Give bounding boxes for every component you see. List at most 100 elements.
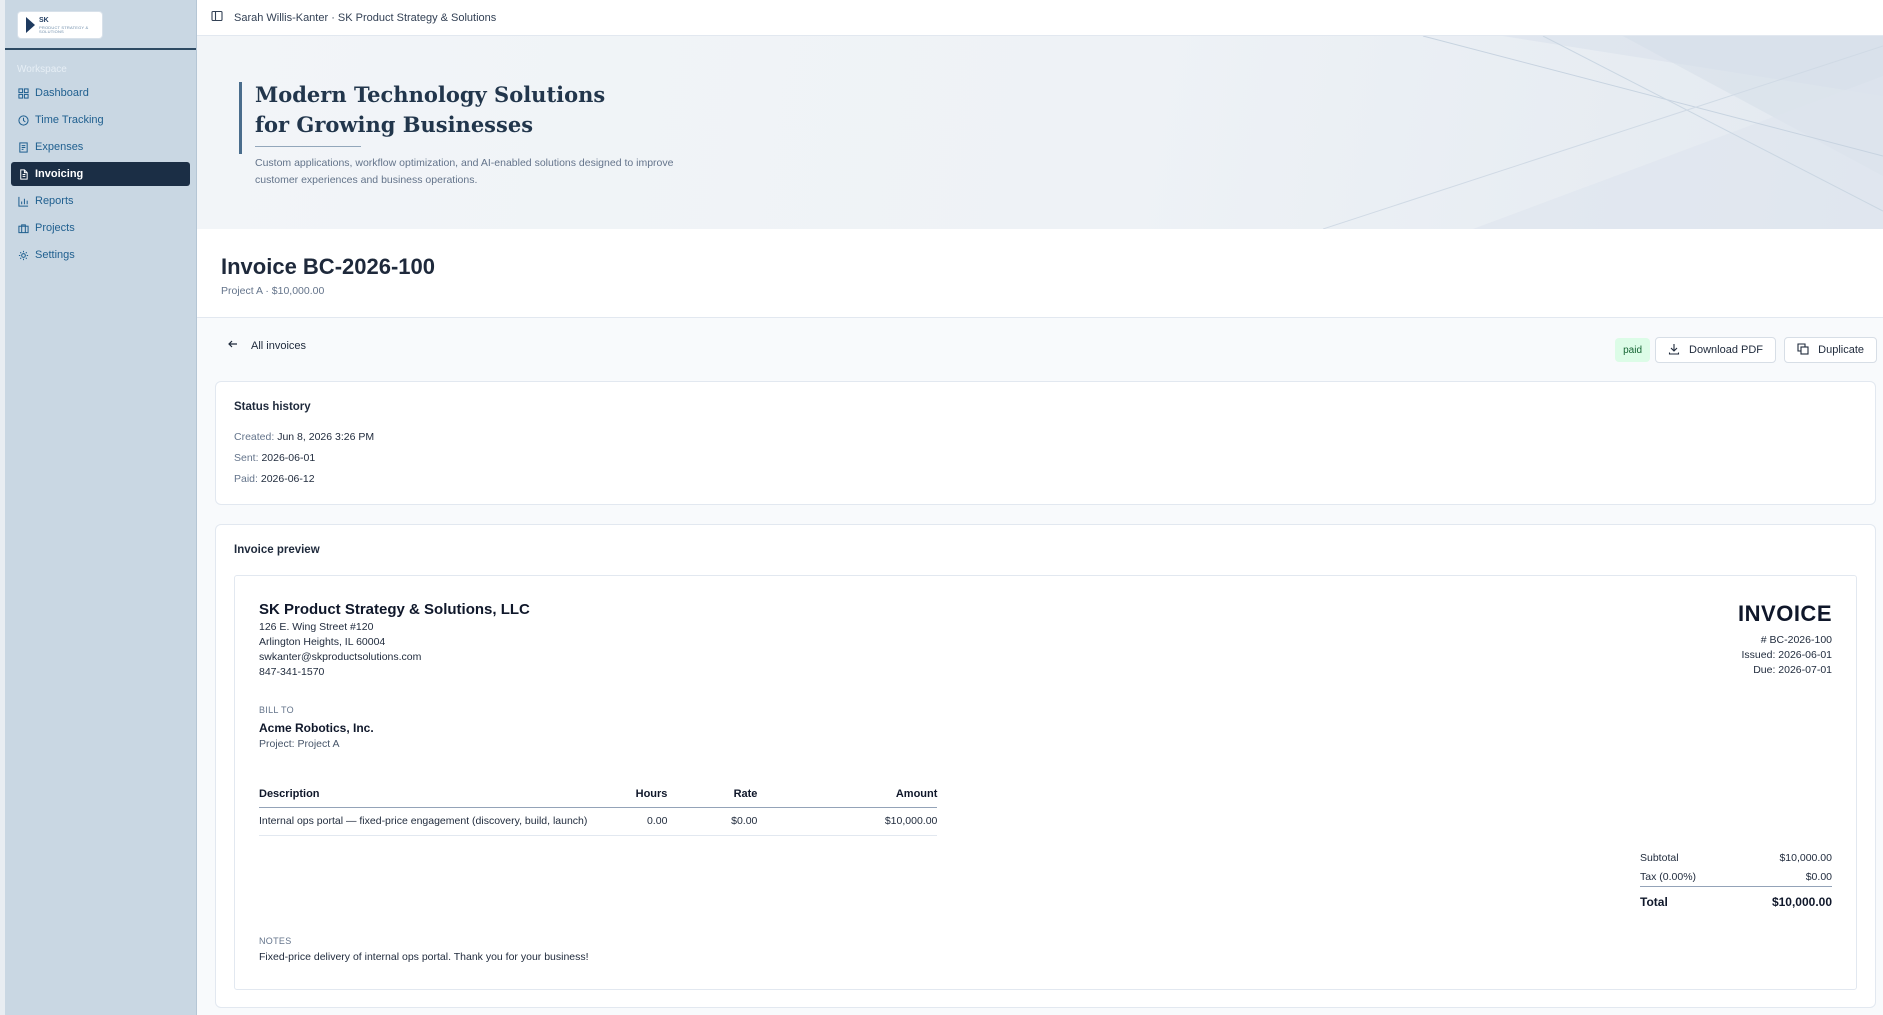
duplicate-button[interactable]: Duplicate [1784,337,1877,363]
sidebar-item-label: Settings [35,249,75,261]
bill-to-label: BILL TO [259,705,294,715]
status-badge: paid [1615,338,1650,362]
company-email: swkanter@skproductsolutions.com [259,651,422,663]
status-sent-value: 2026-06-01 [261,452,316,464]
table-row: Internal ops portal — fixed-price engage… [259,807,938,836]
company-address2: Arlington Heights, IL 60004 [259,636,386,648]
nav-section-label: Workspace [17,64,67,75]
sidebar-item-label: Projects [35,222,75,234]
sidebar-item-label: Expenses [35,141,84,153]
hero-description: Custom applications, workflow optimizati… [255,155,745,189]
invoice-header: Invoice BC-2026-100 Project A · $10,000.… [197,229,1883,318]
sidebar-item-settings[interactable]: Settings [11,243,190,267]
invoice-actions: All invoices paid Download PDF Duplicate [197,318,1883,380]
download-icon [1668,343,1680,358]
briefcase-icon [17,222,29,234]
hero-divider [255,146,361,147]
bill-to-project: Project: Project A [259,738,340,750]
topbar: Sarah Willis-Kanter · SK Product Strateg… [197,0,1883,36]
breadcrumb: Sarah Willis-Kanter · SK Product Strateg… [234,11,497,24]
sidebar-item-expenses[interactable]: Expenses [11,135,190,159]
status-created-label: Created: [234,431,275,443]
sidebar-item-dashboard[interactable]: Dashboard [11,81,190,105]
download-pdf-label: Download PDF [1689,344,1763,356]
status-history-card: Status history Created: Jun 8, 2026 3:26… [215,381,1876,505]
logo-area: SK PRODUCT STRATEGY & SOLUTIONS [5,0,196,50]
invoice-number: # BC-2026-100 [1760,634,1832,646]
status-paid-value: 2026-06-12 [260,473,315,485]
sidebar-item-projects[interactable]: Projects [11,216,190,240]
logo-mark: SK [39,16,49,24]
page-subtitle: Project A · $10,000.00 [221,285,325,297]
logo-chevron-icon [26,17,35,33]
back-to-invoices-link[interactable]: All invoices [227,338,306,353]
invoice-issued: Issued: 2026-06-01 [1741,649,1832,661]
invoice-doc-label: INVOICE [1738,601,1832,626]
sidebar-item-reports[interactable]: Reports [11,189,190,213]
hero-desc-line1: Custom applications, workflow optimizati… [255,157,674,169]
subtotal-label: Subtotal [1640,852,1679,864]
gear-icon [17,249,29,261]
status-history-title: Status history [234,401,311,413]
bill-to-name: Acme Robotics, Inc. [259,721,374,735]
status-sent: Sent: 2026-06-01 [234,452,315,464]
sidebar-toggle-icon[interactable] [211,10,223,25]
tax-label: Tax (0.00%) [1640,870,1697,883]
line-items-table: Description Hours Rate Amount Internal o… [259,781,938,836]
notes-text: Fixed-price delivery of internal ops por… [259,951,589,963]
col-hours: Hours [587,781,668,808]
sidebar-item-label: Reports [35,195,74,207]
logo-text: SK PRODUCT STRATEGY & SOLUTIONS [39,17,102,34]
company-logo[interactable]: SK PRODUCT STRATEGY & SOLUTIONS [17,11,103,39]
totals-block: Subtotal $10,000.00 Tax (0.00%) $0.00 To… [1640,849,1832,917]
sidebar: SK PRODUCT STRATEGY & SOLUTIONS Workspac… [5,0,197,1015]
hero-decoration [1323,36,1883,229]
status-paid-label: Paid: [234,473,258,485]
sidebar-item-label: Invoicing [35,168,84,180]
hero-title-line2: for Growing Businesses [255,112,534,137]
tax-value: $0.00 [1805,870,1832,883]
file-text-icon [17,168,29,180]
download-pdf-button[interactable]: Download PDF [1655,337,1776,363]
status-created-value: Jun 8, 2026 3:26 PM [277,431,375,443]
company-phone: 847-341-1570 [259,666,325,678]
row-amount: $10,000.00 [757,807,938,836]
hero-title: Modern Technology Solutions for Growing … [255,80,675,140]
invoice-due: Due: 2026-07-01 [1753,664,1832,676]
sidebar-item-time-tracking[interactable]: Time Tracking [11,108,190,132]
total-value: $10,000.00 [1771,895,1832,909]
total-label: Total [1640,895,1668,909]
sidebar-item-label: Dashboard [35,87,89,99]
sidebar-item-invoicing[interactable]: Invoicing [11,162,190,186]
copy-icon [1797,342,1809,358]
notes-label: NOTES [259,936,292,946]
status-created: Created: Jun 8, 2026 3:26 PM [234,431,374,443]
table-header-row: Description Hours Rate Amount [259,781,938,808]
col-amount: Amount [757,781,938,808]
tax-row: Tax (0.00%) $0.00 [1640,867,1832,887]
receipt-icon [17,141,29,153]
row-hours: 0.00 [587,807,668,836]
invoice-document: SK Product Strategy & Solutions, LLC 126… [234,575,1857,990]
invoice-preview-card: Invoice preview SK Product Strategy & So… [215,524,1876,1008]
hero-title-line1: Modern Technology Solutions [255,82,606,107]
hero-desc-line2: customer experiences and business operat… [255,174,478,186]
status-sent-label: Sent: [234,452,259,464]
back-link-label: All invoices [251,339,307,352]
hero-banner: Modern Technology Solutions for Growing … [197,36,1883,229]
status-paid: Paid: 2026-06-12 [234,473,315,485]
sidebar-item-label: Time Tracking [35,114,104,126]
subtotal-row: Subtotal $10,000.00 [1640,849,1832,867]
total-row: Total $10,000.00 [1640,887,1832,917]
company-address1: 126 E. Wing Street #120 [259,621,374,633]
clock-icon [17,114,29,126]
col-rate: Rate [667,781,758,808]
row-description: Internal ops portal — fixed-price engage… [259,807,588,836]
duplicate-label: Duplicate [1818,344,1864,356]
bar-chart-icon [17,195,29,207]
subtotal-value: $10,000.00 [1779,852,1832,864]
arrow-left-icon [227,338,239,353]
hero-accent-bar [239,82,242,154]
page-title: Invoice BC-2026-100 [221,254,435,279]
invoice-preview-title: Invoice preview [234,544,320,556]
